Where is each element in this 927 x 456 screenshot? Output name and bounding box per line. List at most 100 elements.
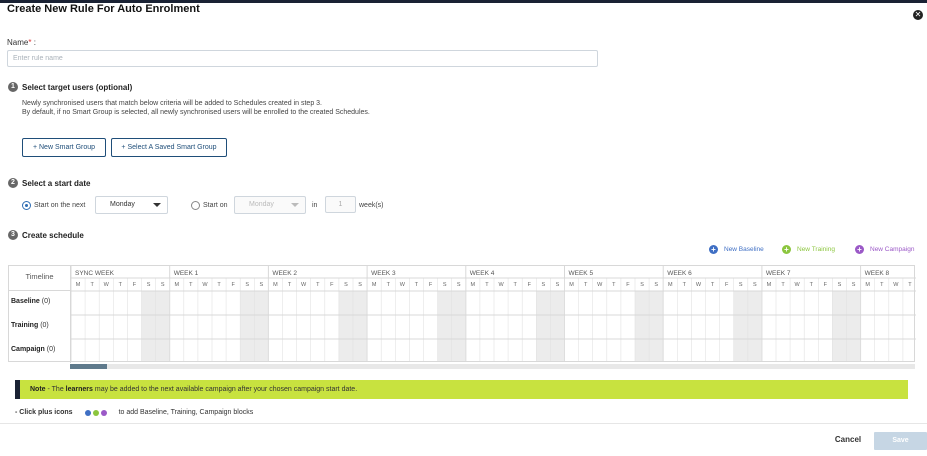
day-header-label: W <box>202 282 208 288</box>
day-header-label: T <box>485 282 489 288</box>
in-label: in <box>312 201 318 209</box>
day-header-label: T <box>316 282 320 288</box>
new-baseline-label: New Baseline <box>724 246 764 253</box>
start-on-label: Start on <box>203 201 228 209</box>
day-header-label: W <box>597 282 603 288</box>
chevron-down-icon <box>153 203 161 207</box>
name-label: Name* : <box>7 38 36 47</box>
timeline-grid-svg: SYNC WEEK M T W T F S S WEEK 1 M T W T F S S WEEK 2 M T W T F… <box>71 266 916 361</box>
day-header-label: W <box>795 282 801 288</box>
name-label-colon: : <box>33 38 36 47</box>
plus-circle-icon: + <box>709 245 718 254</box>
weekend-shade <box>338 291 353 361</box>
weekend-shade <box>536 291 551 361</box>
day-header-label: S <box>556 282 560 288</box>
row-name: Baseline <box>11 298 40 305</box>
day-header-label: S <box>838 282 842 288</box>
week-header-label: WEEK 8 <box>865 270 890 277</box>
day-header-label: T <box>781 282 785 288</box>
weekend-shade <box>747 291 762 361</box>
week-header-label: WEEK 3 <box>371 270 396 277</box>
rule-name-input[interactable] <box>7 50 598 67</box>
step2-title: 2 Select a start date <box>8 178 90 188</box>
day-header-label: W <box>301 282 307 288</box>
day-header-label: S <box>147 282 151 288</box>
step1-desc-line2: By default, if no Smart Group is selecte… <box>22 109 370 116</box>
close-icon[interactable]: ✕ <box>913 10 923 20</box>
day-header-label: T <box>119 282 123 288</box>
week-header-label: WEEK 6 <box>667 270 692 277</box>
step-number-badge: 1 <box>8 82 18 92</box>
save-button[interactable]: Save <box>874 432 927 450</box>
day-header-label: S <box>753 282 757 288</box>
plus-circle-icon: + <box>855 245 864 254</box>
start-next-day-select[interactable]: Monday <box>95 196 168 214</box>
timeline-row-campaign: Campaign (0) <box>9 339 71 363</box>
blue-dot-icon <box>84 409 91 416</box>
required-mark: * <box>28 38 32 47</box>
step1-title: 1 Select target users (optional) <box>8 82 132 92</box>
row-name: Training <box>11 322 39 329</box>
weekend-shade <box>635 291 650 361</box>
day-header-label: S <box>457 282 461 288</box>
row-count: (0) <box>41 298 51 305</box>
day-header-label: M <box>273 282 278 288</box>
day-header-label: T <box>90 282 94 288</box>
week-header-label: WEEK 7 <box>766 270 791 277</box>
timeline-horizontal-scrollbar[interactable] <box>70 364 915 369</box>
day-header-label: F <box>725 282 729 288</box>
new-campaign-label: New Campaign <box>870 246 915 253</box>
day-header-label: S <box>542 282 546 288</box>
day-header-label: S <box>245 282 249 288</box>
new-campaign-button[interactable]: + New Campaign <box>855 245 914 254</box>
note-learners: learners <box>65 386 93 393</box>
weeks-input[interactable]: 1 <box>325 196 356 213</box>
start-on-radio[interactable] <box>191 200 200 210</box>
weekend-shade <box>846 291 861 361</box>
weeks-label-row: week(s) <box>359 196 384 214</box>
step-number-badge: 3 <box>8 230 18 240</box>
select-saved-smart-group-button[interactable]: + Select A Saved Smart Group <box>111 138 227 157</box>
green-dot-icon <box>92 409 99 416</box>
start-on-day-value: Monday <box>249 201 274 208</box>
week-header-label: WEEK 1 <box>174 270 199 277</box>
weekend-shade <box>437 291 452 361</box>
day-header-label: S <box>344 282 348 288</box>
weekend-shade <box>155 291 170 361</box>
day-header-label: T <box>189 282 193 288</box>
day-header-label: S <box>739 282 743 288</box>
row-count: (0) <box>40 322 49 329</box>
start-next-radio[interactable] <box>22 200 31 210</box>
note-text-2: may be added to the next available campa… <box>92 386 358 393</box>
note-label: Note <box>30 386 46 393</box>
day-header-label: F <box>133 282 137 288</box>
cancel-button[interactable]: Cancel <box>828 433 868 447</box>
day-header-label: T <box>880 282 884 288</box>
note-banner: Note - The learners may be added to the … <box>15 380 908 399</box>
day-header-label: F <box>824 282 828 288</box>
day-header-label: T <box>908 282 912 288</box>
day-header-label: S <box>852 282 856 288</box>
new-smart-group-button[interactable]: + New Smart Group <box>22 138 106 157</box>
day-header-label: S <box>260 282 264 288</box>
scrollbar-thumb[interactable] <box>70 364 107 369</box>
day-header-label: S <box>640 282 644 288</box>
timeline-row-baseline: Baseline (0) <box>9 291 71 315</box>
step1-desc-line1: Newly synchronised users that match belo… <box>22 100 322 107</box>
step2-title-text: Select a start date <box>22 178 91 188</box>
chevron-down-icon <box>291 203 299 207</box>
name-label-text: Name <box>7 38 29 47</box>
day-header-label: T <box>711 282 715 288</box>
weekend-shade <box>141 291 156 361</box>
start-next-option[interactable]: Start on the next <box>22 196 85 214</box>
day-header-label: F <box>528 282 532 288</box>
plus-circle-icon: + <box>782 245 791 254</box>
new-training-button[interactable]: + New Training <box>782 245 835 254</box>
new-baseline-button[interactable]: + New Baseline <box>709 245 764 254</box>
day-header-label: F <box>626 282 630 288</box>
start-on-option[interactable]: Start on <box>191 196 228 214</box>
plus-icons-hint: - Click plus icons to add Baseline, Trai… <box>15 409 253 416</box>
week-header-label: WEEK 4 <box>470 270 495 277</box>
start-on-day-select[interactable]: Monday <box>234 196 306 214</box>
day-header-label: M <box>76 282 81 288</box>
